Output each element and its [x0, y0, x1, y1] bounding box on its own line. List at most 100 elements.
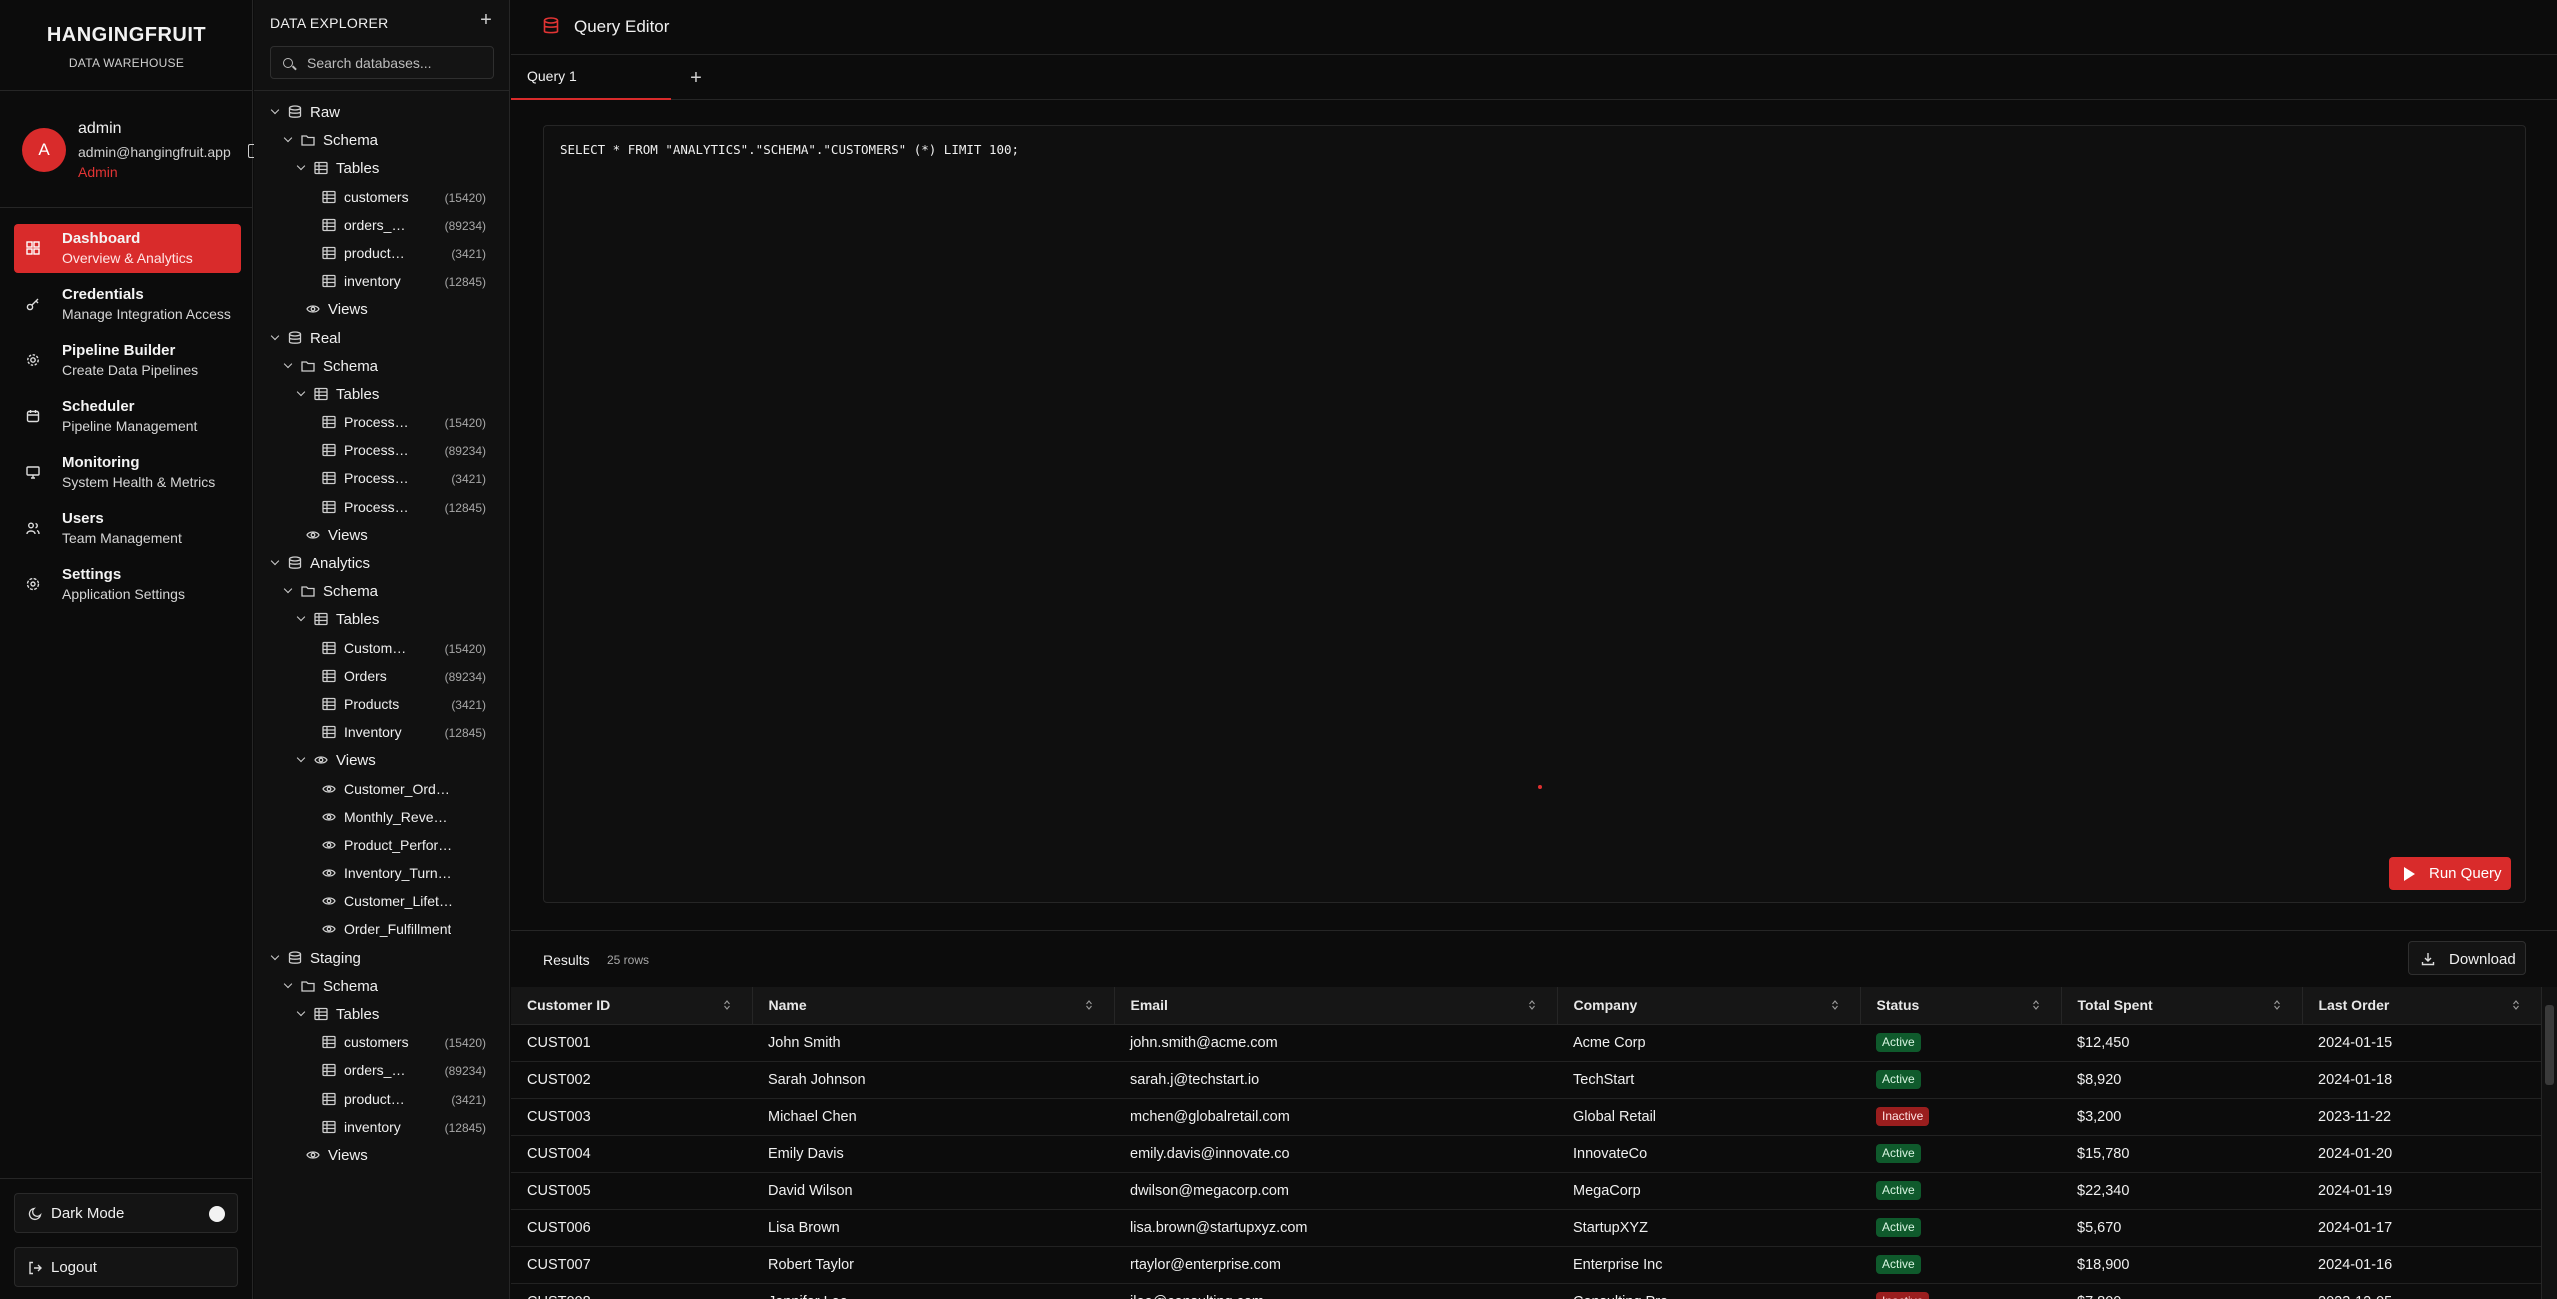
chevron-down-icon[interactable] — [296, 387, 306, 397]
toggle-switch[interactable] — [209, 1206, 225, 1222]
logout-button[interactable]: Logout — [14, 1247, 238, 1287]
run-query-button[interactable]: Run Query — [2389, 857, 2511, 890]
sort-icon[interactable] — [1831, 1000, 1838, 1010]
chevron-down-icon[interactable] — [270, 951, 280, 960]
tree-item-tables[interactable]: Tables — [254, 605, 510, 633]
table-cell: 2024-01-17 — [2302, 1209, 2541, 1247]
tree-item-tables[interactable]: Tables — [254, 380, 510, 408]
table-row[interactable]: CUST001 John Smith john.smith@acme.com Acme… — [511, 1024, 2541, 1062]
column-header[interactable]: Status — [1860, 987, 2062, 1025]
table-row[interactable]: CUST008Jennifer Leejlee@consulting.comCo… — [511, 1283, 2541, 1299]
tree-item-table[interactable]: orders_raw (89234) — [254, 211, 510, 239]
tree-item-table[interactable]: Processed_Products (3421) — [254, 464, 510, 492]
nav-item-users[interactable]: Users Team Management — [14, 504, 241, 553]
sort-icon[interactable] — [1085, 1000, 1092, 1010]
table-row[interactable]: CUST002 Sarah Johnson sarah.j@techstart.io… — [511, 1061, 2541, 1099]
tree-item-table[interactable]: Processed_Orders (89234) — [254, 436, 510, 464]
column-header[interactable]: Customer ID — [511, 987, 753, 1025]
tab-query-1[interactable]: Query 1 — [511, 56, 671, 100]
nav-item-title: Dashboard — [62, 230, 141, 247]
column-header[interactable]: Total Spent — [2061, 987, 2303, 1025]
nav-item-dashboard[interactable]: Dashboard Overview & Analytics — [14, 224, 241, 273]
chevron-down-icon[interactable] — [270, 556, 280, 566]
tree-item-table[interactable]: inventory (12845) — [254, 267, 510, 295]
tree-item-table[interactable]: Products (3421) — [254, 690, 510, 718]
tree-item-views[interactable]: Views — [254, 746, 510, 774]
chevron-down-icon[interactable] — [283, 359, 293, 368]
dark-mode-toggle[interactable]: Dark Mode — [14, 1193, 238, 1233]
tree-item-db[interactable]: Analytics — [254, 549, 510, 577]
tree-item-view[interactable]: Product_Performance — [254, 831, 510, 859]
tree-item-db[interactable]: Real — [254, 324, 510, 352]
nav-item-credentials[interactable]: Credentials Manage Integration Access — [14, 280, 241, 329]
tree-item-view[interactable]: Order_Fulfillment — [254, 915, 510, 943]
tree-item-table[interactable]: Inventory (12845) — [254, 718, 510, 746]
sql-text[interactable]: SELECT * FROM "ANALYTICS"."SCHEMA"."CUST… — [560, 142, 1019, 157]
search-input[interactable] — [307, 47, 491, 78]
tree-item-table[interactable]: Orders (89234) — [254, 662, 510, 690]
chevron-down-icon[interactable] — [283, 133, 293, 143]
tree-item-view[interactable]: Customer_Lifetime — [254, 887, 510, 915]
sort-icon[interactable] — [2273, 1000, 2280, 1010]
sort-icon[interactable] — [723, 1000, 730, 1010]
tree-item-tables[interactable]: Tables — [254, 154, 510, 182]
tree-item-views-closed[interactable]: Views — [254, 1141, 510, 1169]
sort-icon[interactable] — [1528, 1000, 1535, 1010]
column-header[interactable]: Name — [752, 987, 1115, 1025]
tree-item-table[interactable]: customers (15420) — [254, 183, 510, 211]
sort-icon[interactable] — [2032, 1000, 2039, 1010]
table-cell: CUST006 — [511, 1209, 752, 1247]
tree-item-tables[interactable]: Tables — [254, 1000, 510, 1028]
tree-item-schema[interactable]: Schema — [254, 972, 510, 1000]
tree-item-table[interactable]: products_raw (3421) — [254, 1085, 510, 1113]
table-row[interactable]: CUST004 Emily Davis emily.davis@innovate.c… — [511, 1135, 2541, 1173]
sql-editor[interactable]: SELECT * FROM "ANALYTICS"."SCHEMA"."CUST… — [543, 125, 2526, 903]
tree-item-table[interactable]: customers (15420) — [254, 1028, 510, 1056]
table-row[interactable]: CUST007 Robert Taylor rtaylor@enterprise.c… — [511, 1246, 2541, 1284]
column-header[interactable]: Company — [1557, 987, 1861, 1025]
tree-item-schema[interactable]: Schema — [254, 577, 510, 605]
table-row[interactable]: CUST003 Michael Chen mchen@globalretail.co… — [511, 1098, 2541, 1136]
chevron-down-icon[interactable] — [296, 162, 306, 171]
chevron-down-icon[interactable] — [296, 613, 306, 622]
avatar[interactable]: A — [22, 128, 66, 172]
tree-item-view[interactable]: Monthly_Revenue — [254, 803, 510, 831]
chevron-down-icon[interactable] — [270, 105, 280, 115]
column-header-label: Last Order — [2318, 997, 2390, 1014]
nav-item-scheduler[interactable]: Scheduler Pipeline Management — [14, 392, 241, 441]
table-row[interactable]: CUST006 Lisa Brown lisa.brown@startupxyz.c… — [511, 1209, 2541, 1247]
nav-item-pipeline-builder[interactable]: Pipeline Builder Create Data Pipelines — [14, 336, 241, 385]
column-header-label: Customer ID — [527, 997, 611, 1014]
tree-item-db[interactable]: Raw — [254, 98, 510, 126]
nav-item-settings[interactable]: Settings Application Settings — [14, 560, 241, 609]
tree-item-table[interactable]: Processed_Customers (15420) — [254, 408, 510, 436]
vertical-scrollbar[interactable] — [2541, 987, 2557, 1299]
tree-item-table[interactable]: products_raw (3421) — [254, 239, 510, 267]
tree-item-views-closed[interactable]: Views — [254, 295, 510, 323]
table-row[interactable]: CUST005 David Wilson dwilson@megacorp.com M… — [511, 1172, 2541, 1210]
chevron-down-icon[interactable] — [296, 754, 306, 763]
chevron-down-icon[interactable] — [270, 331, 280, 340]
tree-item-views-closed[interactable]: Views — [254, 521, 510, 549]
tree-item-view[interactable]: Inventory_Turnover — [254, 859, 510, 887]
column-header[interactable]: Last Order — [2302, 987, 2541, 1025]
scrollbar-thumb[interactable] — [2545, 1005, 2554, 1085]
download-button[interactable]: Download — [2408, 941, 2526, 975]
column-header[interactable]: Email — [1114, 987, 1558, 1025]
sort-icon[interactable] — [2512, 1000, 2519, 1010]
tree-item-table[interactable]: inventory (12845) — [254, 1113, 510, 1141]
tree-item-schema[interactable]: Schema — [254, 352, 510, 380]
chevron-down-icon[interactable] — [283, 584, 293, 594]
tree-item-table[interactable]: orders_raw (89234) — [254, 1056, 510, 1084]
nav-item-monitoring[interactable]: Monitoring System Health & Metrics — [14, 448, 241, 497]
chevron-down-icon[interactable] — [296, 1007, 306, 1017]
tree-item-table[interactable]: Processed_Inventory (12845) — [254, 493, 510, 521]
tree-item-schema[interactable]: Schema — [254, 126, 510, 154]
add-connection-button[interactable]: + — [474, 8, 498, 32]
tree-item-db[interactable]: Staging — [254, 944, 510, 972]
chevron-down-icon[interactable] — [283, 979, 293, 989]
tree-item-view[interactable]: Customer_Orders — [254, 775, 510, 803]
table-cell: rtaylor@enterprise.com — [1114, 1246, 1557, 1284]
tree-item-table[interactable]: Customers (15420) — [254, 634, 510, 662]
add-tab-button[interactable]: + — [684, 66, 708, 90]
